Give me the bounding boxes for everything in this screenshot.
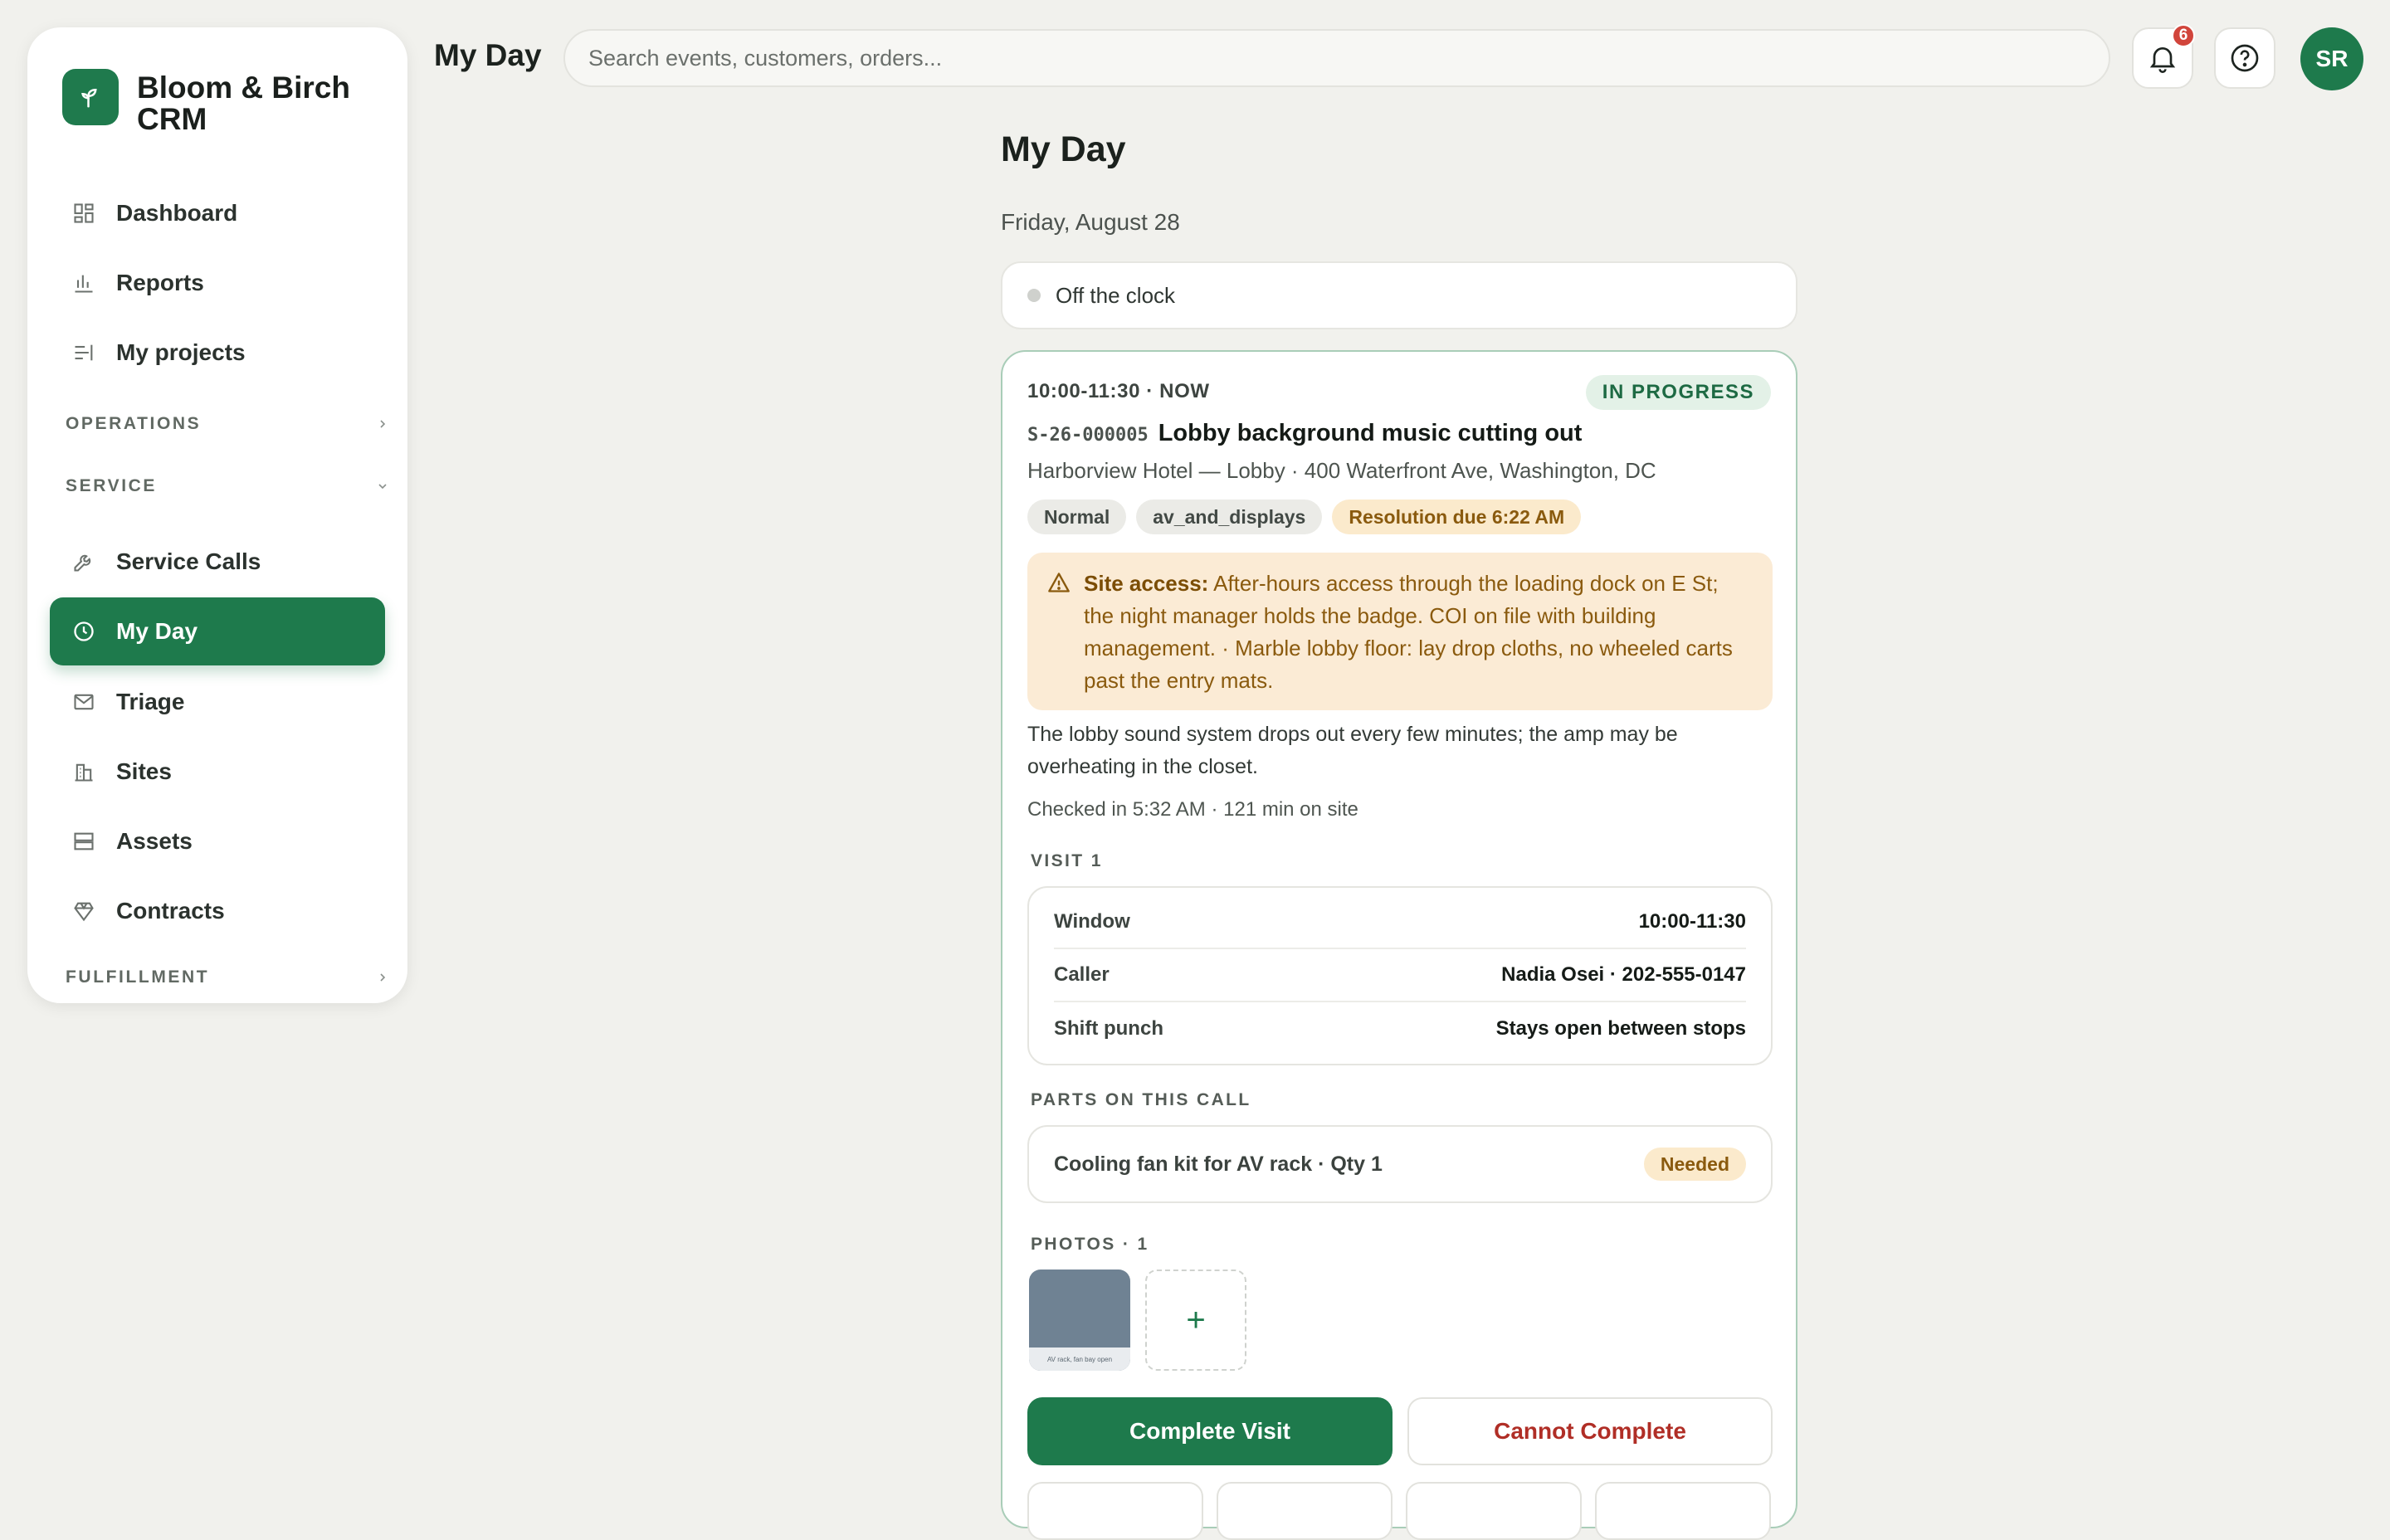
bar-chart-icon <box>70 269 98 297</box>
server-icon <box>70 827 98 855</box>
row-value: Stays open between stops <box>1495 1017 1746 1040</box>
row-value: 10:00-11:30 <box>1638 910 1746 933</box>
parts-label: PARTS ON THIS CALL <box>1031 1090 1251 1109</box>
mail-icon <box>70 688 98 716</box>
section-fulfillment[interactable]: FULFILLMENT <box>66 967 389 987</box>
sidebar-item-label: Service Calls <box>116 548 261 574</box>
row-key: Window <box>1054 910 1130 933</box>
sidebar-item-my-day[interactable]: My Day <box>50 597 385 665</box>
cannot-complete-button[interactable]: Cannot Complete <box>1407 1397 1773 1465</box>
topbar-title: My Day <box>434 38 542 72</box>
brand[interactable]: Bloom & Birch CRM <box>62 69 386 135</box>
brand-logo-icon <box>62 69 119 125</box>
part-name: Cooling fan kit for AV rack · Qty 1 <box>1054 1152 1383 1176</box>
sidebar-item-label: My projects <box>116 339 246 365</box>
bell-icon <box>2146 41 2179 75</box>
sidebar-item-label: Triage <box>116 689 185 714</box>
brand-name: Bloom & Birch CRM <box>137 71 350 136</box>
wrench-icon <box>70 548 98 576</box>
section-label: OPERATIONS <box>66 414 202 433</box>
part-item[interactable]: Cooling fan kit for AV rack · Qty 1 Need… <box>1027 1125 1773 1203</box>
sidebar-item-contracts[interactable]: Contracts <box>50 877 385 945</box>
site-access-label: Site access: <box>1084 571 1209 596</box>
list-icon <box>70 339 98 367</box>
search-input[interactable] <box>563 29 2110 87</box>
sidebar-item-assets[interactable]: Assets <box>50 807 385 875</box>
page-title: My Day <box>1001 129 1126 169</box>
gem-icon <box>70 897 98 925</box>
sidebar: Bloom & Birch CRM Dashboard Reports My p… <box>27 27 407 1003</box>
action-button[interactable] <box>1217 1482 1393 1540</box>
visit-details: Window 10:00-11:30 Caller Nadia Osei · 2… <box>1027 886 1773 1065</box>
chevron-down-icon <box>376 480 389 493</box>
service-call-card: 10:00-11:30 · NOW IN PROGRESS S-26-00000… <box>1001 350 1797 1540</box>
clock-status-card[interactable]: Off the clock <box>1001 261 1797 329</box>
call-time: 10:00-11:30 · NOW <box>1027 380 1210 402</box>
sidebar-item-reports[interactable]: Reports <box>50 249 385 317</box>
avatar[interactable]: SR <box>2300 27 2363 90</box>
call-name: Lobby background music cutting out <box>1158 420 1583 446</box>
call-description: The lobby sound system drops out every f… <box>1027 723 1678 778</box>
photo-caption: AV rack, fan bay open <box>1029 1348 1130 1371</box>
section-operations[interactable]: OPERATIONS <box>66 414 389 434</box>
sidebar-item-dashboard[interactable]: Dashboard <box>50 179 385 247</box>
sidebar-item-label: Assets <box>116 828 193 854</box>
call-title[interactable]: S-26-000005 Lobby background music cutti… <box>1027 420 1582 447</box>
visit-row-shift-punch: Shift punch Stays open between stops <box>1054 1002 1746 1055</box>
help-icon <box>2228 41 2261 75</box>
clock-icon <box>70 617 98 646</box>
category-tag: av_and_displays <box>1136 500 1323 534</box>
warning-icon <box>1047 571 1071 594</box>
visit-row-window: Window 10:00-11:30 <box>1054 896 1746 949</box>
building-icon <box>70 758 98 786</box>
chevron-right-icon <box>376 971 389 984</box>
help-button[interactable] <box>2214 27 2275 89</box>
row-key: Caller <box>1054 963 1110 986</box>
action-button[interactable] <box>1027 1482 1203 1540</box>
site-access-alert: Site access: After-hours access through … <box>1027 553 1773 710</box>
row-value[interactable]: Nadia Osei · 202-555-0147 <box>1501 963 1746 987</box>
sidebar-item-service-calls[interactable]: Service Calls <box>50 528 385 596</box>
sidebar-item-label: Sites <box>116 758 172 784</box>
call-address: Harborview Hotel — Lobby · 400 Waterfron… <box>1027 458 1656 483</box>
action-button[interactable] <box>1406 1482 1582 1540</box>
clock-status-dot <box>1027 289 1041 302</box>
sidebar-item-sites[interactable]: Sites <box>50 738 385 806</box>
sidebar-item-label: Contracts <box>116 898 225 924</box>
dashboard-icon <box>70 199 98 227</box>
status-badge: IN PROGRESS <box>1585 375 1771 410</box>
call-id: S-26-000005 <box>1027 425 1149 446</box>
action-button[interactable] <box>1595 1482 1771 1540</box>
date-label: Friday, August 28 <box>1001 209 1180 235</box>
notifications-button[interactable]: 6 <box>2132 24 2195 89</box>
add-photo-button[interactable]: + <box>1145 1270 1246 1371</box>
part-status-badge: Needed <box>1643 1148 1746 1181</box>
section-service[interactable]: SERVICE <box>66 476 389 496</box>
sidebar-item-label: Dashboard <box>116 200 238 226</box>
photo-thumbnail[interactable]: AV rack, fan bay open <box>1029 1270 1130 1371</box>
priority-tag: Normal <box>1027 500 1127 534</box>
call-tags: Normal av_and_displays Resolution due 6:… <box>1027 500 1591 534</box>
photos-label: PHOTOS · 1 <box>1031 1235 1149 1254</box>
sidebar-item-triage[interactable]: Triage <box>50 668 385 736</box>
section-label: FULFILLMENT <box>66 967 210 987</box>
sidebar-item-my-projects[interactable]: My projects <box>50 319 385 387</box>
row-key: Shift punch <box>1054 1017 1163 1040</box>
chevron-right-icon <box>376 417 389 431</box>
visit-label: VISIT 1 <box>1031 851 1103 870</box>
sidebar-item-label: Reports <box>116 270 204 295</box>
section-label: SERVICE <box>66 476 158 495</box>
notification-count-badge: 6 <box>2172 24 2195 47</box>
checked-in-status: Checked in 5:32 AM · 121 min on site <box>1027 798 1358 821</box>
complete-visit-button[interactable]: Complete Visit <box>1027 1397 1393 1465</box>
resolution-due-tag: Resolution due 6:22 AM <box>1332 500 1582 534</box>
clock-status-text: Off the clock <box>1056 282 1176 308</box>
sidebar-item-label: My Day <box>116 618 198 644</box>
visit-row-caller: Caller Nadia Osei · 202-555-0147 <box>1054 949 1746 1002</box>
